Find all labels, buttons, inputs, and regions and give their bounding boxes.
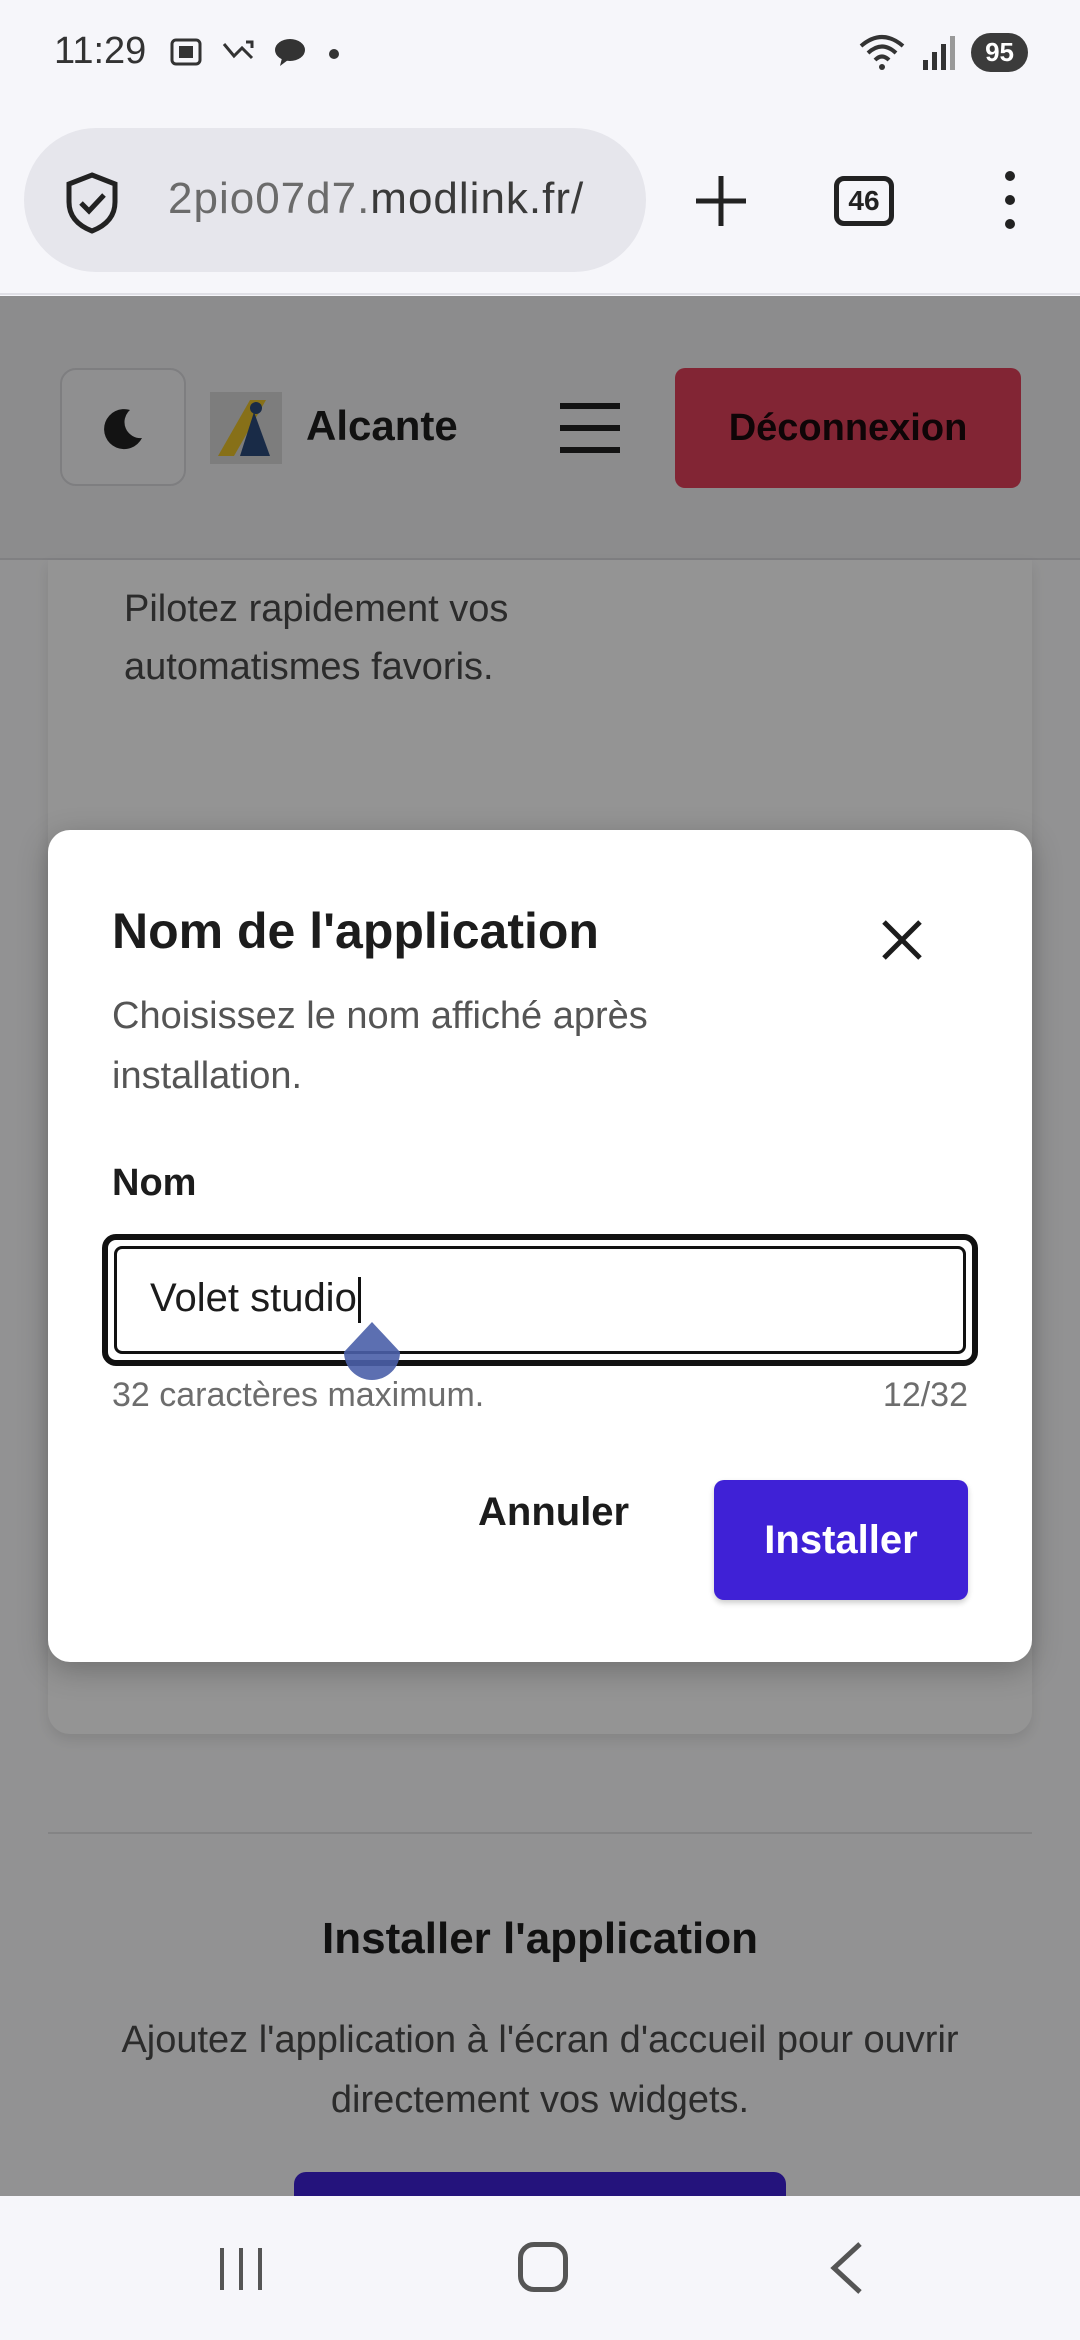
more-menu-icon[interactable] bbox=[1000, 168, 1020, 232]
signal-icon bbox=[923, 36, 956, 70]
recent-apps-icon[interactable] bbox=[216, 2244, 266, 2294]
status-time: 11:29 bbox=[54, 30, 147, 72]
shield-check-icon[interactable] bbox=[64, 172, 120, 234]
field-hint: 32 caractères maximum. bbox=[112, 1376, 485, 1414]
system-nav-bar bbox=[0, 2196, 1080, 2340]
address-bar[interactable]: 2pio07d7.modlink.fr/ bbox=[24, 128, 646, 272]
new-tab-icon[interactable] bbox=[690, 170, 752, 232]
notification-icons bbox=[168, 34, 344, 70]
back-icon[interactable] bbox=[826, 2240, 866, 2296]
dialog-description: Choisissez le nom affiché après installa… bbox=[112, 995, 648, 1097]
name-field-label: Nom bbox=[112, 1162, 197, 1204]
app-name-value[interactable]: Volet studio bbox=[150, 1276, 361, 1324]
install-button[interactable]: Installer bbox=[714, 1480, 968, 1600]
url-text[interactable]: 2pio07d7.modlink.fr/ bbox=[168, 174, 584, 224]
dot-icon bbox=[329, 49, 339, 59]
app-name-dialog: Nom de l'application Choisissez le nom a… bbox=[48, 830, 1032, 1662]
wifi-icon bbox=[859, 35, 905, 70]
browser-toolbar: 2pio07d7.modlink.fr/ 46 bbox=[0, 110, 1080, 295]
tab-switcher-button[interactable]: 46 bbox=[834, 176, 894, 226]
missed-call-icon bbox=[222, 40, 254, 60]
url-subdomain: 2pio07d7. bbox=[168, 174, 371, 223]
text-caret bbox=[357, 1277, 361, 1324]
system-icons: 95 bbox=[857, 32, 1028, 72]
cancel-button[interactable]: Annuler bbox=[478, 1490, 629, 1535]
chat-icon bbox=[275, 39, 305, 66]
status-bar: 11:29 95 bbox=[0, 0, 1080, 110]
dialog-title: Nom de l'application bbox=[112, 903, 599, 959]
url-domain: modlink.fr/ bbox=[370, 174, 585, 223]
home-icon[interactable] bbox=[518, 2242, 568, 2292]
battery-indicator: 95 bbox=[971, 32, 1028, 72]
input-value-text: Volet studio bbox=[150, 1276, 357, 1320]
app-name-input[interactable]: Volet studio bbox=[102, 1234, 978, 1366]
screenshot-icon bbox=[170, 38, 202, 66]
character-counter: 12/32 bbox=[882, 1376, 968, 1414]
close-icon[interactable] bbox=[874, 912, 930, 968]
